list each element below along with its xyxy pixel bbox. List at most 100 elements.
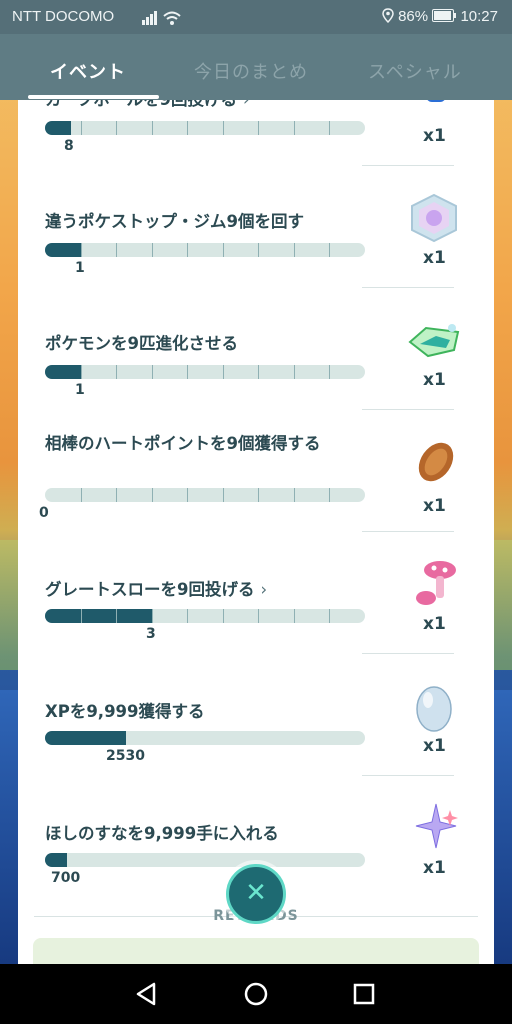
tab-event[interactable]: イベント: [50, 58, 126, 84]
task-progress-bar: [45, 365, 365, 379]
chevron-right-icon[interactable]: ›: [243, 100, 250, 109]
progress-tick: [329, 365, 330, 379]
home-circle-icon: [244, 982, 268, 1006]
task-title: ポケモンを9匹進化させる: [45, 334, 238, 353]
progress-tick: [329, 121, 330, 135]
tab-special[interactable]: スペシャル: [368, 58, 462, 84]
stardust-icon: [406, 802, 462, 854]
task-progress-value: 2530: [106, 748, 145, 764]
task-item: グレートスローを9回投げる › 3 x1: [18, 558, 494, 680]
home-button[interactable]: [236, 978, 276, 1010]
clock: 10:27: [460, 8, 498, 25]
research-card[interactable]: カーブボールを9回投げる› 8 x1 違うポケストップ・ジム9個を回す 1: [18, 100, 494, 964]
status-right: 86% 10:27: [382, 8, 498, 25]
reward-count: x1: [423, 736, 446, 756]
task-title: XPを9,999獲得する: [45, 702, 205, 721]
task-item: XPを9,999獲得する 2530 x1: [18, 680, 494, 802]
task-progress-fill: [45, 365, 81, 379]
task-progress-value: 1: [75, 260, 85, 276]
progress-tick: [294, 121, 295, 135]
progress-tick: [152, 609, 153, 623]
progress-tick: [81, 609, 82, 623]
divider: [362, 165, 454, 166]
progress-tick: [258, 609, 259, 623]
progress-tick: [329, 609, 330, 623]
active-tab-indicator: [28, 95, 159, 99]
progress-tick: [294, 488, 295, 502]
progress-tick: [223, 488, 224, 502]
chevron-right-icon[interactable]: ›: [260, 580, 267, 599]
progress-tick: [294, 365, 295, 379]
task-progress-fill: [45, 853, 67, 867]
progress-tick: [81, 365, 82, 379]
progress-tick: [187, 609, 188, 623]
task-progress-value: 700: [51, 870, 81, 886]
task-progress-value: 3: [146, 626, 156, 642]
divider: [362, 531, 454, 532]
task-title: カーブボールを9回投げる›: [45, 100, 375, 112]
divider: [362, 287, 454, 288]
signal-wifi-icons: [142, 10, 182, 30]
progress-tick: [187, 243, 188, 257]
reward-count: x1: [423, 614, 446, 634]
location-icon: [382, 8, 394, 24]
egg-icon: [406, 682, 462, 734]
progress-tick: [116, 365, 117, 379]
recents-square-icon: [353, 983, 375, 1005]
task-item: 違うポケストップ・ジム9個を回す 1 x1: [18, 192, 494, 314]
reward-count: x1: [423, 370, 446, 390]
progress-tick: [223, 121, 224, 135]
task-progress-bar: [45, 243, 365, 257]
task-progress-bar: [45, 731, 365, 745]
progress-tick: [187, 365, 188, 379]
battery-icon: [432, 9, 457, 22]
progress-tick: [116, 488, 117, 502]
task-title: 違うポケストップ・ジム9個を回す: [45, 212, 304, 231]
close-button[interactable]: ✕: [226, 864, 286, 924]
task-progress-value: 1: [75, 382, 85, 398]
progress-tick: [81, 243, 82, 257]
tab-today-summary[interactable]: 今日のまとめ: [194, 58, 308, 84]
task-title: グレートスローを9回投げる ›: [45, 580, 268, 599]
divider: [362, 775, 454, 776]
recents-button[interactable]: [344, 978, 384, 1010]
progress-tick: [152, 488, 153, 502]
progress-tick: [152, 121, 153, 135]
back-button[interactable]: [126, 978, 166, 1010]
poffin-icon: [406, 436, 462, 488]
task-item: カーブボールを9回投げる› 8 x1: [18, 100, 494, 192]
task-progress-bar: [45, 488, 365, 502]
progress-tick: [116, 121, 117, 135]
progress-tick: [329, 488, 330, 502]
progress-tick: [223, 365, 224, 379]
progress-tick: [294, 609, 295, 623]
battery-percent: 86%: [398, 8, 429, 25]
close-icon: ✕: [245, 878, 267, 908]
mushroom-icon: [406, 558, 462, 610]
divider: [362, 653, 454, 654]
progress-tick: [116, 243, 117, 257]
star-piece-icon: [406, 318, 462, 370]
rewards-panel: [33, 938, 479, 964]
tab-bar: イベント 今日のまとめ スペシャル: [0, 34, 512, 100]
carrier-label: NTT DOCOMO: [12, 8, 115, 25]
reward-count: x1: [423, 248, 446, 268]
progress-tick: [223, 609, 224, 623]
progress-tick: [81, 121, 82, 135]
divider: [362, 409, 454, 410]
reward-count: x1: [423, 858, 446, 878]
task-progress-fill: [45, 243, 81, 257]
task-progress-value: 0: [39, 505, 49, 521]
task-progress-fill: [45, 121, 71, 135]
progress-tick: [152, 365, 153, 379]
back-triangle-icon: [136, 982, 156, 1006]
progress-tick: [294, 243, 295, 257]
progress-tick: [81, 488, 82, 502]
task-title: 相棒のハートポイントを9個獲得する: [45, 434, 321, 453]
task-progress-bar: [45, 609, 365, 623]
task-item: 相棒のハートポイントを9個獲得する 0 x1: [18, 414, 494, 536]
progress-tick: [329, 243, 330, 257]
progress-tick: [187, 121, 188, 135]
task-progress-fill: [45, 609, 152, 623]
task-progress-value: 8: [64, 138, 74, 154]
